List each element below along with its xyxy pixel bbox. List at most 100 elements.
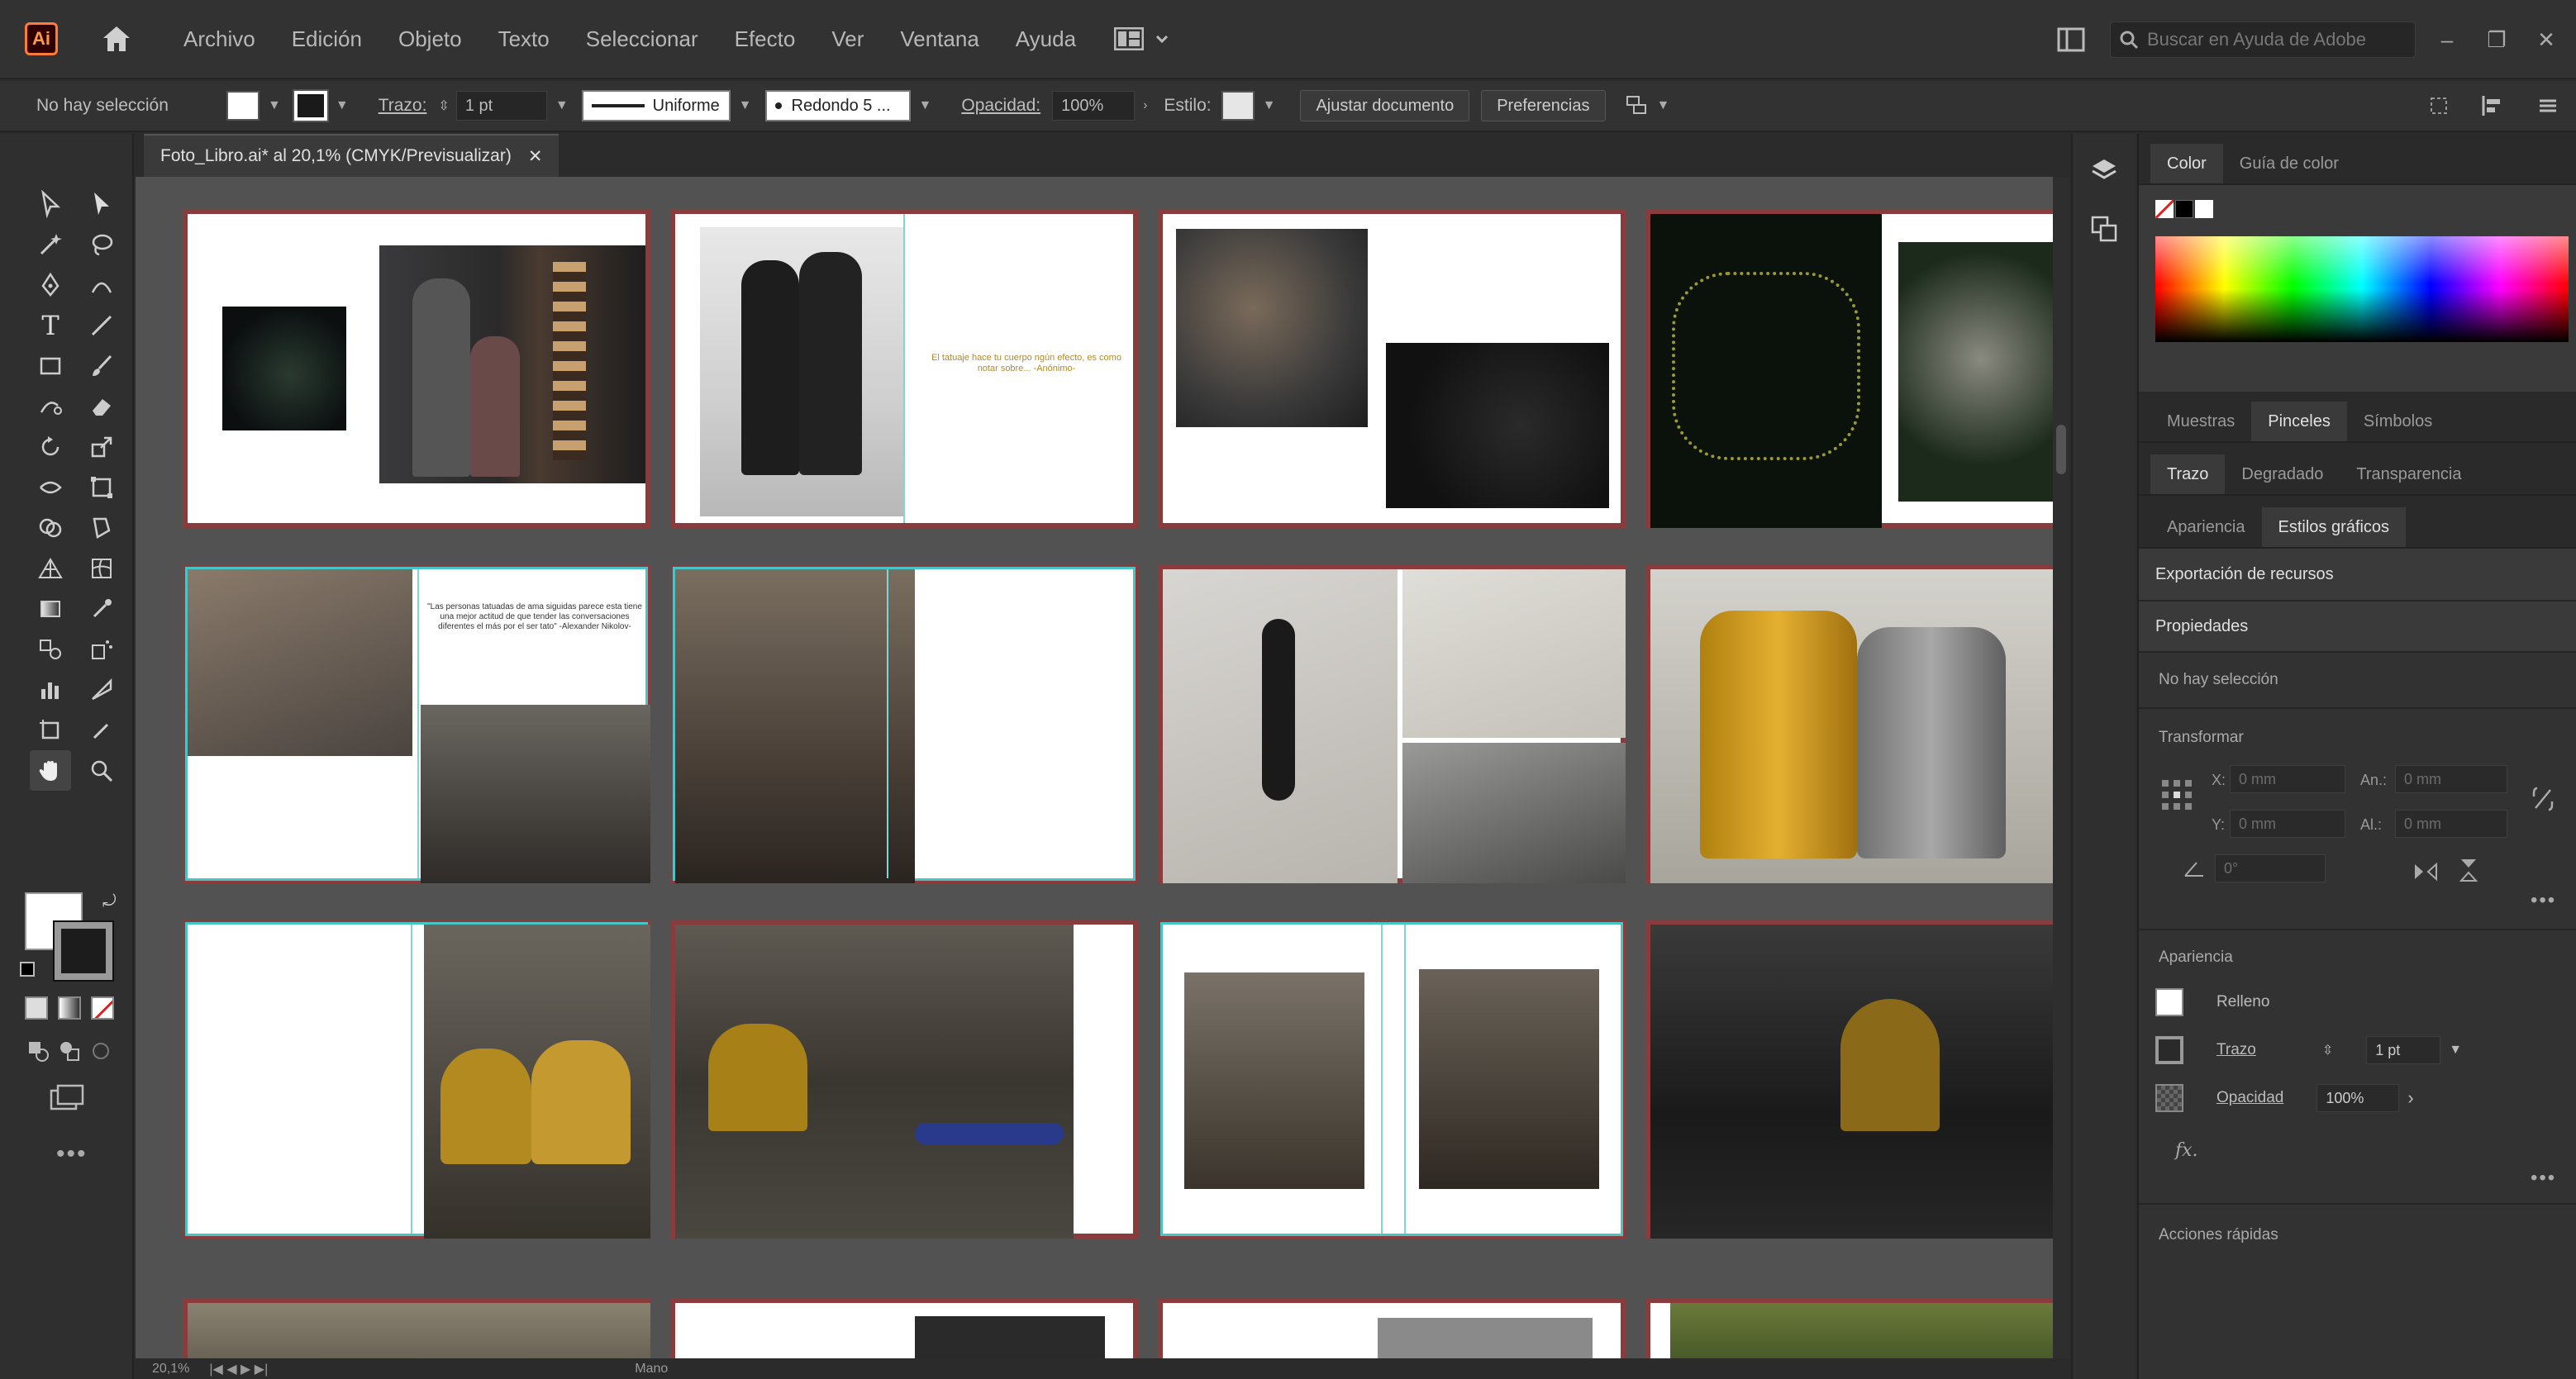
tab-swatches[interactable]: Muestras xyxy=(2150,402,2251,441)
direct-selection-tool-icon[interactable] xyxy=(81,183,122,224)
menu-seleccionar[interactable]: Seleccionar xyxy=(568,26,717,52)
align-icon[interactable] xyxy=(2480,94,2507,117)
height-field[interactable]: 0 mm xyxy=(2395,810,2507,838)
more-options-icon[interactable]: ••• xyxy=(2531,889,2556,912)
chevron-right-icon[interactable]: › xyxy=(2407,1087,2413,1109)
stroke-weight-props[interactable]: 1 pt xyxy=(2366,1036,2441,1064)
flip-vertical-icon[interactable] xyxy=(2458,858,2479,882)
photo-row4-3[interactable] xyxy=(1378,1318,1593,1358)
menu-objeto[interactable]: Objeto xyxy=(380,26,480,52)
chevron-down-icon[interactable]: ▼ xyxy=(1263,98,1276,113)
preferences-button[interactable]: Preferencias xyxy=(1481,90,1606,121)
layers-icon[interactable] xyxy=(2083,150,2125,192)
artboard-spread-16[interactable] xyxy=(1645,1298,2053,1358)
rotate-tool-icon[interactable] xyxy=(30,426,71,467)
tab-graphic-styles[interactable]: Estilos gráficos xyxy=(2261,507,2407,547)
default-colors-icon[interactable] xyxy=(20,962,35,977)
opacity-field-props[interactable]: 100% xyxy=(2316,1084,2400,1112)
opacity-field[interactable]: 100% xyxy=(1052,91,1136,121)
document-setup-button[interactable]: Ajustar documento xyxy=(1300,90,1470,121)
chevron-down-icon[interactable]: ▼ xyxy=(1657,98,1670,113)
artboards-icon[interactable] xyxy=(2083,208,2125,250)
tab-symbols[interactable]: Símbolos xyxy=(2347,402,2449,441)
artboard-spread-10[interactable] xyxy=(670,920,1138,1239)
home-icon[interactable] xyxy=(96,18,137,59)
chevron-right-icon[interactable]: › xyxy=(1143,98,1147,113)
artboard-spread-9[interactable] xyxy=(183,920,650,1239)
menu-edicion[interactable]: Edición xyxy=(274,26,380,52)
panel-toggle-icon[interactable] xyxy=(2057,27,2085,52)
workspace-switcher[interactable] xyxy=(1114,27,1169,50)
artboard-spread-3[interactable] xyxy=(1158,209,1626,528)
curvature-tool-icon[interactable] xyxy=(81,264,122,305)
width-field[interactable]: 0 mm xyxy=(2395,765,2507,793)
color-spectrum[interactable] xyxy=(2155,236,2569,342)
chevron-down-icon[interactable]: ▼ xyxy=(2449,1043,2462,1058)
graphic-style-swatch[interactable] xyxy=(1221,91,1255,121)
close-tab-icon[interactable]: ✕ xyxy=(528,146,543,167)
brush-select[interactable]: Redondo 5 ... xyxy=(764,90,911,121)
fill-swatch[interactable] xyxy=(226,91,260,121)
scrollbar-thumb[interactable] xyxy=(2056,425,2066,474)
properties-header[interactable]: Propiedades xyxy=(2139,602,2576,653)
menu-ver[interactable]: Ver xyxy=(813,26,882,52)
stroke-label-props[interactable]: Trazo xyxy=(2217,1041,2256,1059)
screen-mode-icon[interactable] xyxy=(50,1084,86,1114)
fx-icon[interactable]: fx. xyxy=(2175,1140,2198,1161)
artboard-spread-8[interactable] xyxy=(1645,564,2053,883)
stroke-weight-field[interactable]: 1 pt xyxy=(455,91,547,121)
stepper-icon[interactable]: ⇳ xyxy=(2322,1042,2333,1058)
tab-color-guide[interactable]: Guía de color xyxy=(2223,144,2355,183)
minimize-button[interactable]: – xyxy=(2429,23,2465,56)
photo-machine-reflection[interactable] xyxy=(675,569,915,883)
photo-grip-tube[interactable] xyxy=(1163,569,1398,883)
menu-efecto[interactable]: Efecto xyxy=(717,26,814,52)
flip-horizontal-icon[interactable] xyxy=(2413,861,2438,882)
canvas-vertical-scrollbar[interactable] xyxy=(2053,177,2069,1358)
artboard-spread-7[interactable] xyxy=(1158,564,1626,883)
constrain-proportions-icon[interactable] xyxy=(2531,785,2555,813)
gradient-mode-icon[interactable] xyxy=(58,996,81,1020)
stroke-label[interactable]: Trazo: xyxy=(379,96,427,116)
photo-gold-machine-right[interactable] xyxy=(1419,969,1599,1189)
type-tool-icon[interactable]: T xyxy=(30,305,71,345)
stroke-profile-select[interactable]: Uniforme xyxy=(581,90,731,121)
photo-grip-black[interactable] xyxy=(1402,743,1626,883)
tab-brushes[interactable]: Pinceles xyxy=(2251,402,2347,441)
menu-ventana[interactable]: Ventana xyxy=(882,26,997,52)
photo-row4-1[interactable] xyxy=(188,1303,650,1358)
photo-gold-machine-dark[interactable] xyxy=(1650,925,2053,1239)
color-mode-icon[interactable] xyxy=(25,996,48,1020)
artboard-spread-14[interactable] xyxy=(670,1298,1138,1358)
artboard-nav[interactable]: |◀ ◀ ▶ ▶| xyxy=(209,1361,268,1377)
live-paint-tool-icon[interactable] xyxy=(81,507,122,548)
photo-gold-machine-left[interactable] xyxy=(1184,972,1364,1189)
stroke-swatch[interactable] xyxy=(292,89,329,122)
column-graph-tool-icon[interactable] xyxy=(30,669,71,710)
hand-tool-icon[interactable] xyxy=(30,750,71,791)
close-window-button[interactable]: ✕ xyxy=(2528,23,2564,56)
tab-color[interactable]: Color xyxy=(2150,144,2223,183)
arrange-icon[interactable] xyxy=(1624,93,1649,118)
chevron-down-icon[interactable]: ▼ xyxy=(919,98,932,113)
document-tab[interactable]: Foto_Libro.ai* al 20,1% (CMYK/Previsuali… xyxy=(144,134,559,177)
artboard-spread-6[interactable] xyxy=(670,564,1138,883)
photo-two-men-studio[interactable] xyxy=(700,227,903,516)
artboard-spread-11[interactable] xyxy=(1158,920,1626,1239)
menu-archivo[interactable]: Archivo xyxy=(165,26,274,52)
artboard-spread-13[interactable] xyxy=(183,1298,650,1358)
artboard-spread-2[interactable]: El tatuaje hace tu cuerpo ngún efecto, e… xyxy=(670,209,1138,528)
symbol-sprayer-tool-icon[interactable] xyxy=(81,629,122,669)
tab-transparency[interactable]: Transparencia xyxy=(2340,454,2478,494)
photo-machine-sepia[interactable] xyxy=(421,705,650,883)
width-tool-icon[interactable] xyxy=(30,467,71,507)
perspective-grid-tool-icon[interactable] xyxy=(30,548,71,588)
none-mode-icon[interactable] xyxy=(91,996,114,1020)
menu-texto[interactable]: Texto xyxy=(480,26,568,52)
free-transform-tool-icon[interactable] xyxy=(81,467,122,507)
menu-ayuda[interactable]: Ayuda xyxy=(998,26,1094,52)
artboard-spread-12[interactable] xyxy=(1645,920,2053,1239)
stroke-swatch-props[interactable] xyxy=(2155,1036,2183,1064)
magic-wand-tool-icon[interactable] xyxy=(30,224,71,264)
chevron-down-icon[interactable]: ▼ xyxy=(739,98,752,113)
